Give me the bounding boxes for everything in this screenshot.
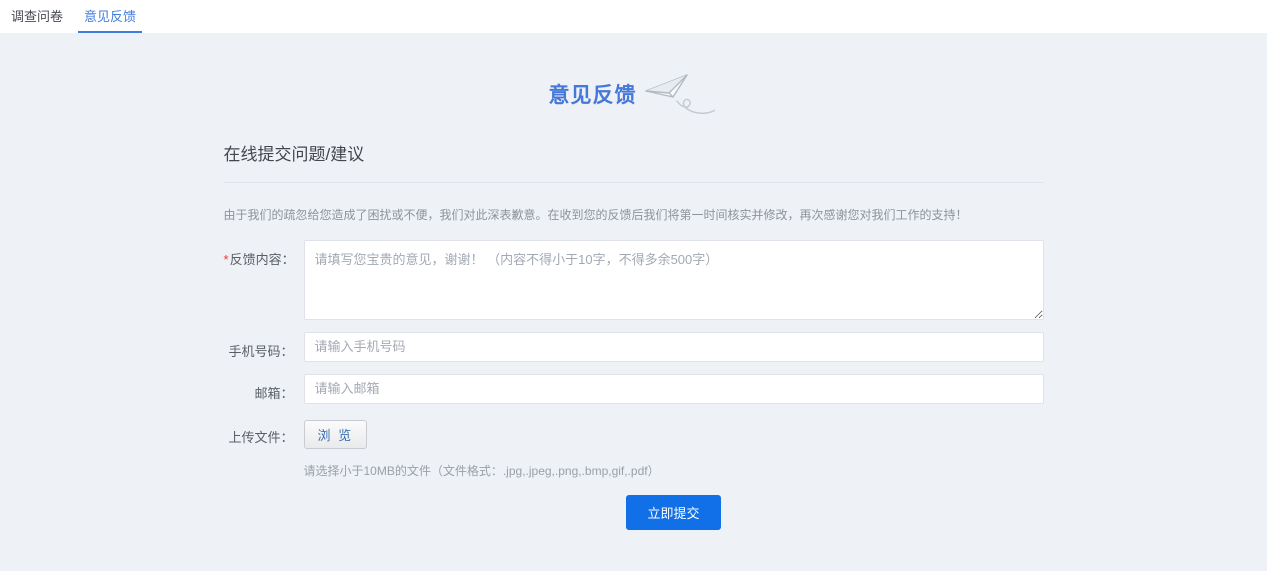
tab-feedback[interactable]: 意见反馈 xyxy=(78,0,142,33)
phone-row: 手机号码： xyxy=(224,332,1044,362)
phone-input[interactable] xyxy=(304,332,1044,362)
upload-label: 上传文件： xyxy=(224,420,294,449)
feedback-form: *反馈内容： 手机号码： 邮箱： xyxy=(224,240,1044,530)
tab-survey[interactable]: 调查问卷 xyxy=(5,0,69,33)
email-row: 邮箱： xyxy=(224,374,1044,404)
browse-button[interactable]: 浏 览 xyxy=(304,420,368,449)
feedback-content-textarea[interactable] xyxy=(304,240,1044,320)
tab-bar: 调查问卷 意见反馈 xyxy=(0,0,1267,33)
feedback-content-label-text: 反馈内容： xyxy=(230,252,295,267)
phone-label: 手机号码： xyxy=(224,332,294,362)
section-heading: 在线提交问题/建议 xyxy=(224,140,1044,183)
feedback-content-row: *反馈内容： xyxy=(224,240,1044,320)
upload-row: 上传文件： 浏 览 xyxy=(224,420,1044,449)
email-label: 邮箱： xyxy=(224,374,294,404)
upload-hint: 请选择小于10MB的文件（文件格式：.jpg,.jpeg,.png,.bmp,g… xyxy=(304,462,1044,479)
paper-plane-icon xyxy=(643,71,719,126)
page-title: 意见反馈 xyxy=(549,79,637,109)
submit-button[interactable]: 立即提交 xyxy=(626,495,720,530)
required-asterisk: * xyxy=(224,252,229,267)
submit-row: 立即提交 xyxy=(304,495,1044,530)
disclaimer-text: 由于我们的疏忽给您造成了困扰或不便，我们对此深表歉意。在收到您的反馈后我们将第一… xyxy=(224,207,1044,224)
feedback-content-label: *反馈内容： xyxy=(224,240,294,320)
email-input[interactable] xyxy=(304,374,1044,404)
page-title-row: 意见反馈 xyxy=(224,33,1044,126)
feedback-page: 意见反馈 在线提交问题/建议 由于我们的疏忽给您造成了困扰或不便，我们对此深表歉… xyxy=(0,33,1267,571)
